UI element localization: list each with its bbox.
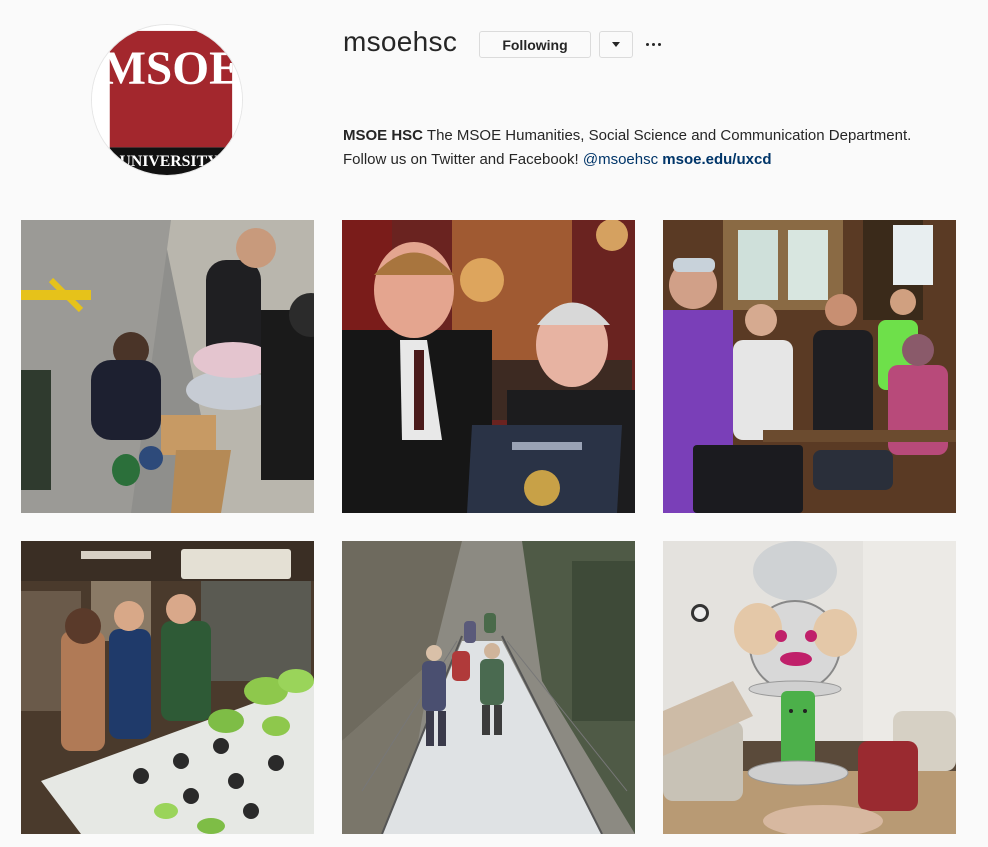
post-thumbnail-1[interactable] xyxy=(21,220,314,513)
post-thumbnail-4[interactable] xyxy=(21,541,314,834)
logo-sub-text: UNIVERSITY xyxy=(119,153,219,170)
more-options-button[interactable] xyxy=(643,35,663,53)
chevron-down-icon xyxy=(612,42,620,47)
post-thumbnail-2[interactable] xyxy=(342,220,635,513)
post-image xyxy=(342,541,635,834)
more-options-dot xyxy=(657,42,661,46)
bio-text-line1: The MSOE Humanities, Social Science and … xyxy=(426,127,912,144)
post-image xyxy=(342,220,635,513)
bio-name: MSOE HSC xyxy=(343,127,424,144)
post-image xyxy=(663,541,956,834)
post-image xyxy=(21,541,314,834)
post-thumbnail-3[interactable] xyxy=(663,220,956,513)
bio-mention-link[interactable]: @msoehsc xyxy=(583,151,658,168)
profile-bio: MSOE HSC The MSOE Humanities, Social Sci… xyxy=(343,124,963,172)
logo-text-top: MSOE xyxy=(101,43,240,95)
post-thumbnail-5[interactable] xyxy=(342,541,635,834)
more-options-dot xyxy=(651,42,655,46)
profile-avatar[interactable]: MSOE UNIVERSITY xyxy=(91,24,243,176)
following-button[interactable]: Following xyxy=(479,31,591,58)
msoe-logo-icon: MSOE UNIVERSITY xyxy=(92,25,242,175)
profile-username: msoehsc xyxy=(343,26,458,57)
post-image xyxy=(21,220,314,513)
bio-text-line2: Follow us on Twitter and Facebook! xyxy=(343,151,579,168)
bio-website-link[interactable]: msoe.edu/uxcd xyxy=(662,151,771,168)
post-image xyxy=(663,220,956,513)
post-thumbnail-6[interactable] xyxy=(663,541,956,834)
suggestions-dropdown-button[interactable] xyxy=(599,31,633,58)
more-options-icon xyxy=(645,42,649,46)
